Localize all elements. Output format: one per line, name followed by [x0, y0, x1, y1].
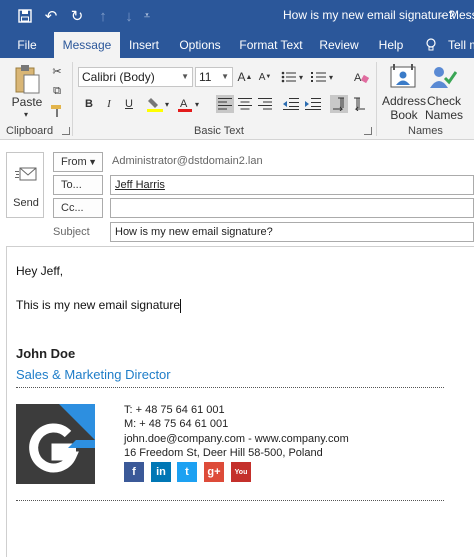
window-title-suffix: Mess [449, 8, 474, 22]
lightbulb-icon[interactable] [424, 32, 438, 58]
svg-text:A: A [180, 98, 188, 110]
customize-qat-icon[interactable]: ⩡ [142, 10, 152, 23]
send-icon [15, 165, 37, 188]
to-button[interactable]: To... [53, 175, 103, 195]
font-color-dropdown-icon[interactable]: ▾ [192, 95, 202, 113]
tab-tell-me[interactable]: Tell m [448, 32, 474, 58]
bullets-dropdown-icon[interactable]: ▾ [296, 68, 306, 86]
body-line: This is my new email signature [16, 298, 182, 313]
check-names-icon[interactable] [428, 62, 458, 92]
align-center-icon[interactable] [236, 95, 254, 113]
send-label: Send [13, 197, 39, 209]
signature-mobile: M: + 48 75 64 61 001 [124, 418, 229, 430]
ltr-direction-icon[interactable] [330, 95, 348, 113]
shrink-font-icon[interactable]: A ▼ [256, 68, 274, 86]
numbering-dropdown-icon[interactable]: ▾ [326, 68, 336, 86]
ribbon-tabs: File Message Insert Options Format Text … [0, 32, 474, 58]
paste-dropdown-icon[interactable]: ▾ [16, 108, 36, 122]
redo-icon[interactable]: ↻ [64, 3, 90, 29]
signature-divider-bottom [16, 500, 444, 501]
google-plus-icon[interactable]: g+ [204, 462, 224, 482]
signature-name: John Doe [16, 346, 76, 361]
undo-icon[interactable]: ↶ [38, 3, 64, 29]
arrow-down-icon[interactable]: ↓ [116, 3, 142, 29]
tab-help[interactable]: Help [372, 32, 410, 58]
address-book-button[interactable]: Address [382, 94, 426, 108]
tab-message[interactable]: Message [54, 32, 120, 58]
underline-button[interactable]: U [120, 95, 138, 113]
clipboard-group-label: Clipboard [6, 125, 54, 137]
tab-insert[interactable]: Insert [124, 32, 164, 58]
ribbon: Paste ▾ ✂ ⧉ Clipboard Calibri (Body) ▼ 1… [0, 58, 474, 140]
group-divider [376, 62, 377, 136]
format-painter-icon[interactable] [48, 102, 66, 120]
tab-options[interactable]: Options [174, 32, 226, 58]
group-divider [72, 62, 73, 136]
address-book-icon[interactable] [388, 62, 418, 92]
cc-button[interactable]: Cc... [53, 198, 103, 218]
names-group-label: Names [408, 125, 443, 137]
highlight-dropdown-icon[interactable]: ▾ [162, 95, 172, 113]
signature-title: Sales & Marketing Director [16, 367, 171, 382]
cut-icon[interactable]: ✂ [48, 62, 66, 80]
subject-label: Subject [53, 226, 90, 238]
address-book-label-line2: Book [390, 108, 418, 122]
font-size-value: 11 [199, 70, 212, 84]
signature-phone: T: + 48 75 64 61 001 [124, 404, 225, 416]
align-right-icon[interactable] [256, 95, 274, 113]
font-size-select[interactable]: 11 ▼ [195, 67, 233, 87]
message-body[interactable] [6, 246, 474, 557]
window-title-separator: - [440, 8, 444, 22]
copy-icon[interactable]: ⧉ [48, 82, 66, 100]
body-greeting: Hey Jeff, [16, 264, 64, 278]
twitter-icon[interactable]: t [177, 462, 197, 482]
facebook-icon[interactable]: f [124, 462, 144, 482]
basic-text-launcher-icon[interactable] [364, 127, 372, 135]
font-name-value: Calibri (Body) [82, 70, 155, 84]
company-logo [16, 404, 95, 484]
chevron-down-icon: ▼ [88, 157, 97, 167]
rtl-direction-icon[interactable] [350, 95, 368, 113]
linkedin-icon[interactable]: in [151, 462, 171, 482]
to-recipient[interactable]: Jeff Harris [115, 179, 165, 191]
signature-divider-top [16, 387, 444, 388]
arrow-up-icon[interactable]: ↑ [90, 3, 116, 29]
check-names-label-line2: Names [424, 108, 463, 122]
paste-icon[interactable] [12, 62, 42, 96]
tab-file[interactable]: File [8, 32, 46, 58]
subject-field[interactable]: How is my new email signature? [110, 222, 474, 242]
youtube-icon[interactable]: You [231, 462, 251, 482]
signature-address: 16 Freedom St, Deer Hill 58-500, Poland [124, 447, 323, 459]
chevron-down-icon: ▼ [181, 72, 189, 81]
from-value: Administrator@dstdomain2.lan [112, 155, 263, 167]
basic-text-group-label: Basic Text [194, 125, 244, 137]
save-icon[interactable] [12, 3, 38, 29]
tab-format-text[interactable]: Format Text [236, 32, 306, 58]
from-button[interactable]: From ▼ [53, 152, 103, 172]
text-cursor [180, 298, 182, 313]
svg-text:A: A [354, 72, 362, 84]
align-left-icon[interactable] [216, 95, 234, 113]
bold-button[interactable]: B [80, 95, 98, 113]
clear-formatting-icon[interactable]: A [352, 68, 370, 86]
tab-review[interactable]: Review [316, 32, 362, 58]
title-bar: ↶ ↻ ↑ ↓ ⩡ How is my new email signature?… [0, 0, 474, 32]
chevron-down-icon: ▼ [221, 72, 229, 81]
increase-indent-icon[interactable] [304, 95, 322, 113]
check-names-button[interactable]: Check [424, 94, 464, 108]
window-title: How is my new email signature? [283, 8, 456, 22]
font-name-select[interactable]: Calibri (Body) ▼ [78, 67, 193, 87]
from-label: From [61, 156, 87, 168]
decrease-indent-icon[interactable] [282, 95, 300, 113]
to-field[interactable]: Jeff Harris [110, 175, 474, 195]
italic-button[interactable]: I [100, 95, 118, 113]
send-button[interactable]: Send [6, 152, 44, 218]
signature-email-web[interactable]: john.doe@company.com - www.company.com [124, 433, 349, 445]
cc-field[interactable] [110, 198, 474, 218]
grow-font-icon[interactable]: A ▲ [236, 68, 254, 86]
clipboard-launcher-icon[interactable] [62, 127, 70, 135]
paste-button[interactable]: Paste [6, 95, 48, 109]
body-line-text: This is my new email signature [16, 298, 181, 312]
